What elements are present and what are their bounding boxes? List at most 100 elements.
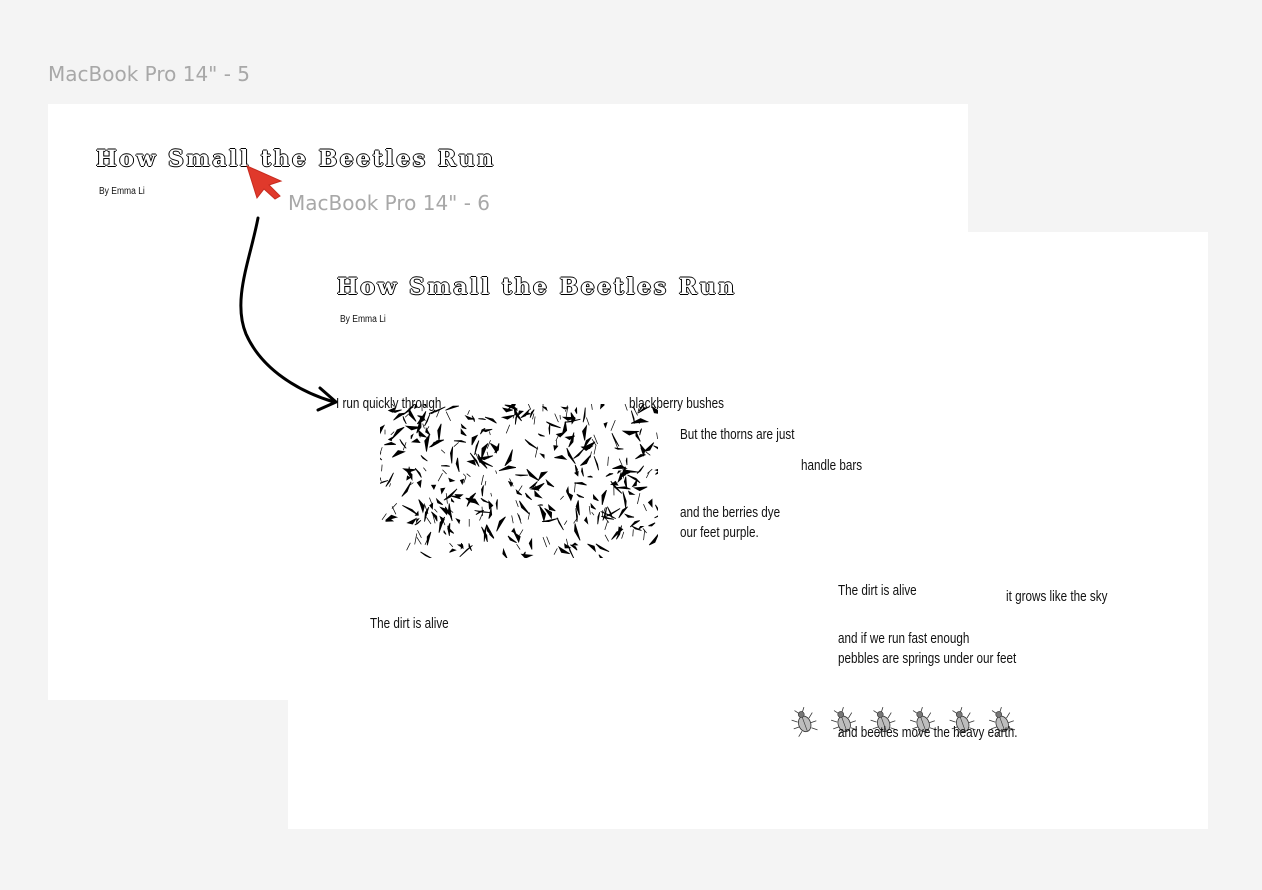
bramble-stem [463,476,467,484]
thorn-leaf [511,527,517,534]
poem-line-thorns: But the thorns are just [680,426,795,443]
thorn-leaf [648,533,658,546]
thorn-leaf [537,433,545,437]
thorn-leaf [402,468,416,473]
thorn-leaf [474,440,480,456]
thorn-leaf [515,474,529,477]
bramble-stem [480,474,484,486]
thorn-leaf [654,515,658,519]
thorn-leaf [614,447,624,450]
thorn-leaf [448,477,456,483]
thorn-leaf [513,407,522,422]
thorn-leaf [623,513,635,518]
thorn-leaf [546,421,561,429]
thorn-leaf [441,464,450,467]
thorn-leaf [385,472,394,487]
bramble-stem [656,432,658,440]
bramble-stem [591,511,595,516]
bramble-stem [643,504,647,512]
thorn-leaf [440,487,446,495]
poem-line-dye-2: our feet purple. [680,524,759,541]
thorn-leaf [587,475,593,478]
bramble-stem [442,469,447,475]
thorn-leaf [607,506,613,519]
bramble-stem [624,404,628,411]
bramble-stem [390,431,395,436]
bramble-stem [542,536,548,548]
bramble-stem [593,444,597,455]
thorn-leaf [554,455,568,460]
bramble-stem [453,442,459,447]
bramble-stem [604,520,609,531]
thorn-leaf [654,468,658,472]
bramble-stem [490,492,492,497]
bramble-stem [517,513,522,524]
byline: By Emma Li [99,186,145,197]
thorn-leaf [380,424,386,435]
bramble-stem [426,517,432,525]
bramble-stem [380,477,382,482]
bramble-stem [467,409,470,415]
thorn-leaf [498,465,516,472]
thorn-leaf [449,548,457,553]
thorn-leaf [524,439,539,450]
bramble-stem [647,468,653,474]
thorn-leaf [631,478,638,488]
thorn-leaf [601,489,607,506]
bramble-stem [402,442,407,451]
thorn-leaf [592,493,599,502]
thorn-leaf [449,446,454,464]
thorn-leaf [632,486,648,492]
thorn-leaf [455,457,460,473]
thorn-leaf [593,456,599,471]
bramble-stem [564,520,568,525]
thorn-leaf [597,512,601,525]
bramble-stem [645,451,651,456]
thorn-leaf [500,414,515,420]
thorn-leaf [384,441,396,446]
thorn-leaf [519,500,530,515]
bramble-stem [643,529,646,541]
bramble-stem [621,531,625,539]
thorn-leaf [639,428,642,436]
byline: By Emma Li [340,314,386,325]
thorn-leaf [537,504,544,506]
thorn-leaf [629,520,640,528]
poem-line-sky: it grows like the sky [1006,588,1108,605]
bramble-stem [588,506,591,515]
thorn-leaf [548,503,556,512]
thorn-leaf [380,457,383,461]
thorn-leaf [415,518,420,524]
thorn-leaf [617,470,622,474]
thorn-leaf [582,424,588,441]
thorn-leaf [502,547,508,558]
poem-line-run: I run quickly through [336,395,442,412]
frame-macbook-6[interactable]: How Small the Beetles Run By Emma Li I r… [288,232,1208,829]
frame-label-macbook-6[interactable]: MacBook Pro 14" - 6 [288,191,490,215]
bramble-stem [440,449,446,454]
bramble-stem [449,542,454,548]
poem-line-bushes: blackberry bushes [629,395,724,412]
thorn-leaf [627,474,641,484]
thorn-leaf [453,440,467,443]
thorn-leaf [455,518,461,525]
thorn-leaf [520,553,534,558]
thorn-leaf [603,421,608,429]
thorn-leaf [538,471,549,481]
thorn-leaf [414,519,422,526]
thorn-leaf [526,468,540,481]
thorn-leaf [387,436,393,442]
thorn-leaf [496,516,506,532]
thorn-leaf [430,484,437,490]
thorn-leaf [580,455,591,466]
bramble-stem [519,529,524,536]
thorn-leaf [525,492,532,501]
bramble-stem [533,416,536,425]
frame-label-macbook-5[interactable]: MacBook Pro 14" - 5 [48,62,250,86]
poem-line-dirt-left: The dirt is alive [370,615,449,632]
thorn-leaf [604,508,621,518]
bramble-stem [423,467,427,472]
bramble-stem [417,529,422,538]
thorn-leaf [517,410,524,417]
bramble-stem [591,404,593,410]
